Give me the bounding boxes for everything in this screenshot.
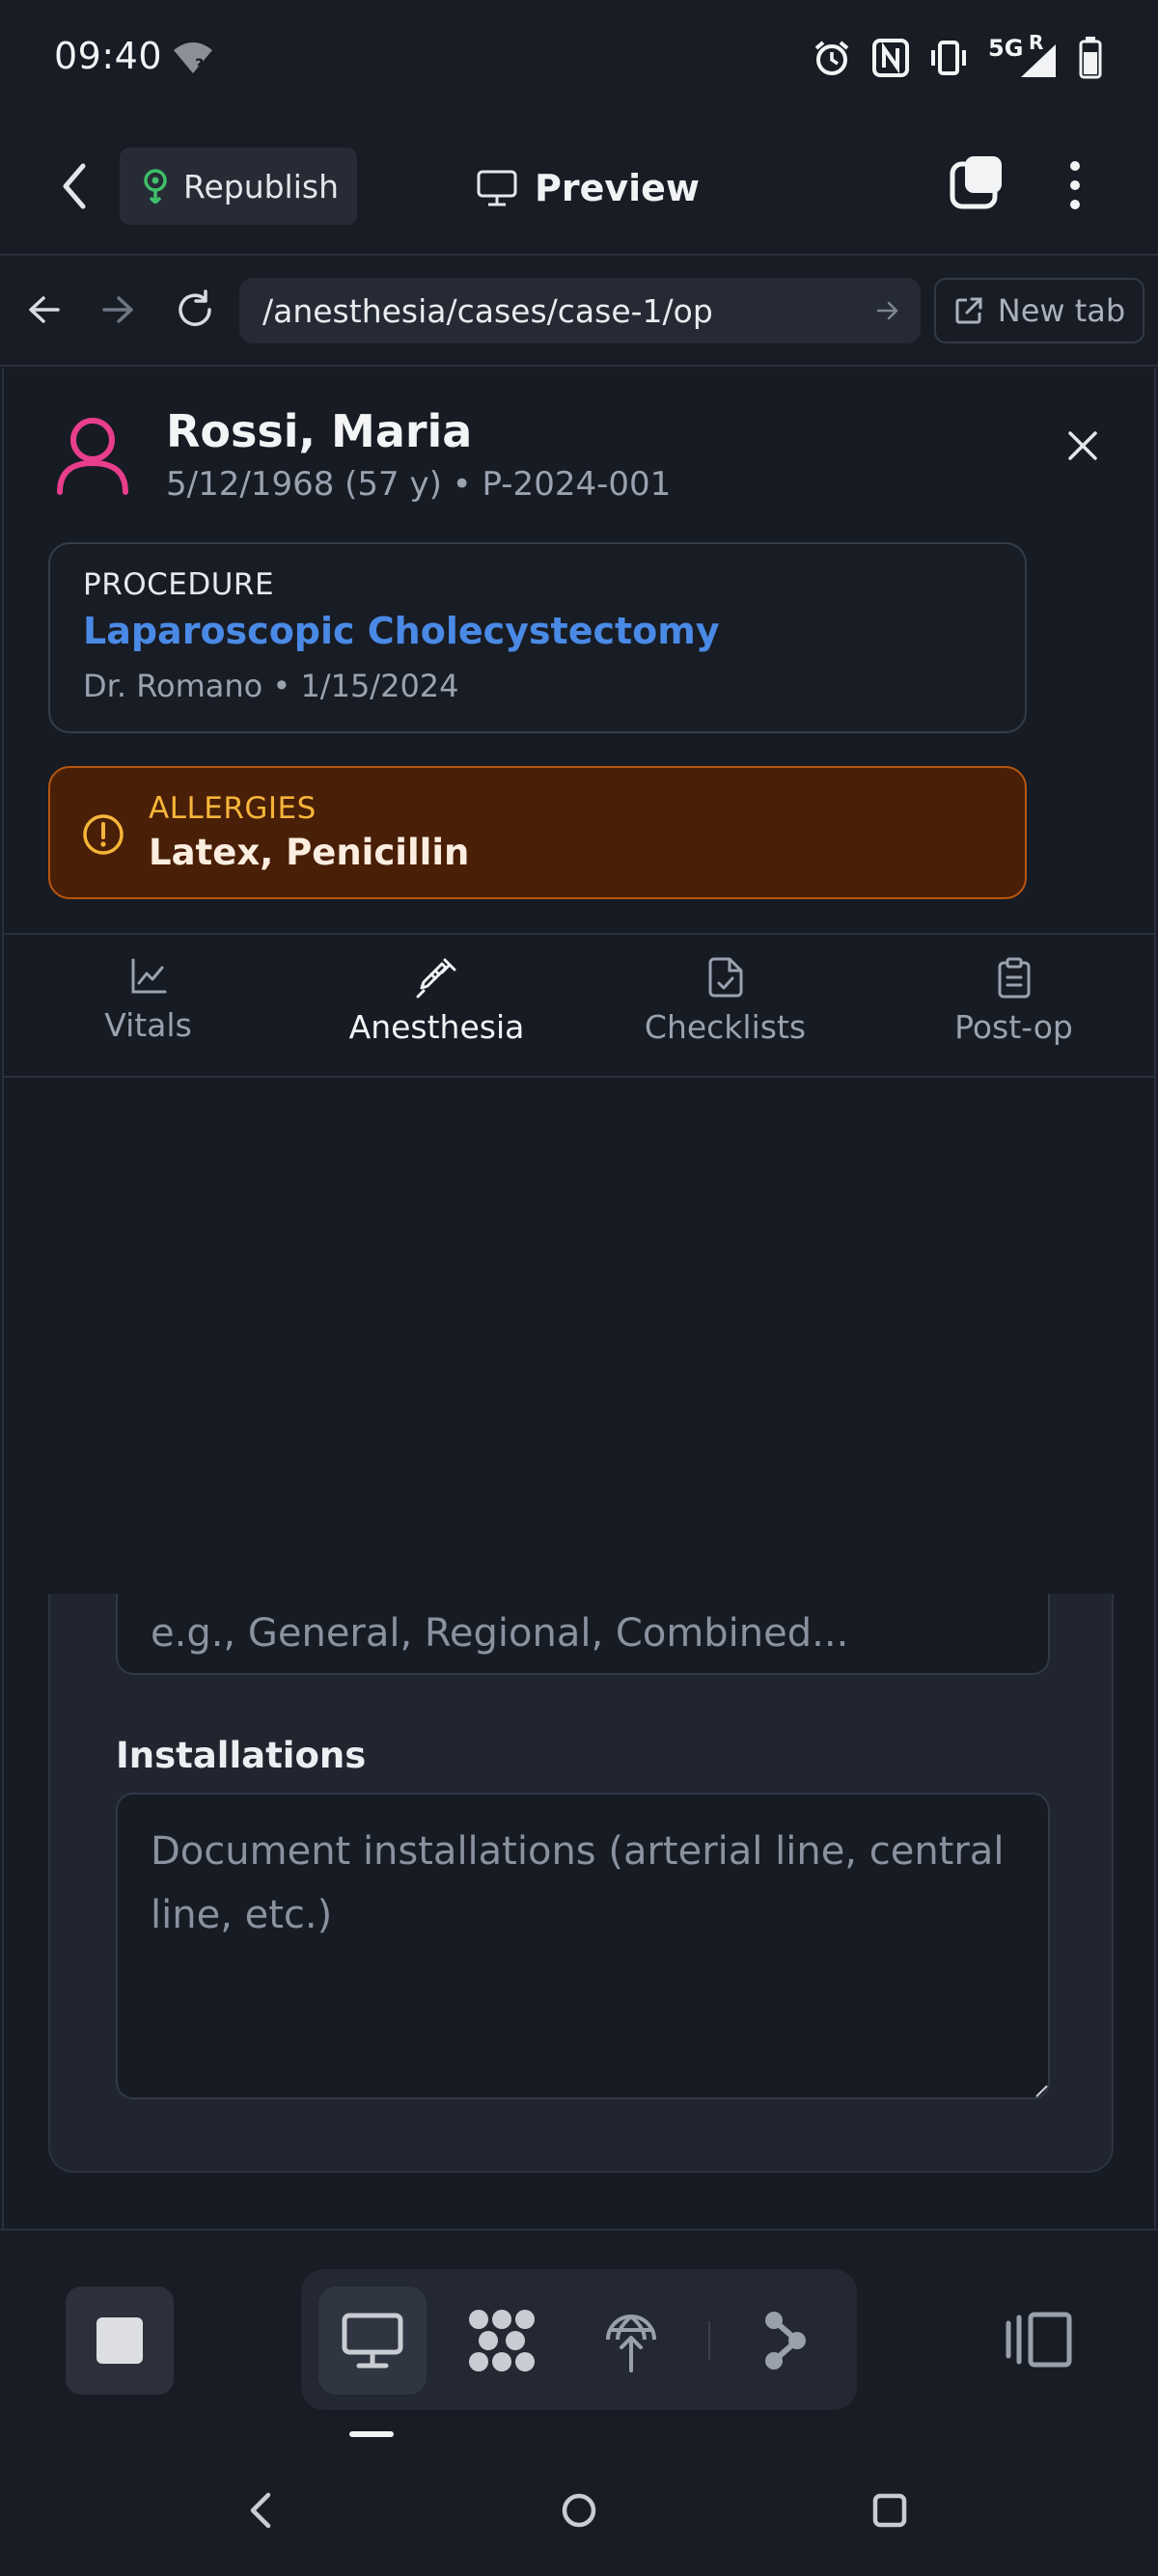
alarm-icon <box>813 39 851 77</box>
republish-button[interactable]: Republish <box>120 148 357 225</box>
network-type: 5G <box>988 35 1024 62</box>
anesthesia-type-input[interactable]: e.g., General, Regional, Combined... <box>116 1594 1050 1675</box>
preview-title: Preview <box>477 154 700 222</box>
more-options-icon[interactable] <box>1060 156 1090 214</box>
desktop-view-button[interactable] <box>318 2287 427 2395</box>
tab-post-op-label: Post-op <box>954 1008 1073 1046</box>
nfc-icon <box>872 39 909 77</box>
case-tabs: Vitals Anesthesia Checklists Post-op <box>4 933 1154 1078</box>
tabs-switcher-icon[interactable] <box>950 154 1006 210</box>
system-navigation-bar <box>0 2441 1158 2576</box>
installations-placeholder: Document installations (arterial line, c… <box>151 1829 1005 1937</box>
view-switcher <box>301 2269 857 2410</box>
dependencies-button[interactable] <box>448 2287 556 2395</box>
stop-button[interactable] <box>66 2287 174 2395</box>
allergies-value: Latex, Penicillin <box>149 832 470 873</box>
procedure-label: PROCEDURE <box>83 567 275 602</box>
patient-name: Rossi, Maria <box>166 405 473 457</box>
toolbar-divider <box>708 2321 710 2360</box>
installations-label: Installations <box>116 1735 367 1776</box>
monitor-icon <box>477 169 517 207</box>
tab-anesthesia-label: Anesthesia <box>348 1008 525 1046</box>
patient-avatar-icon <box>54 415 131 496</box>
close-icon[interactable] <box>1065 428 1100 463</box>
resize-handle-icon[interactable] <box>1034 2084 1048 2097</box>
new-tab-label: New tab <box>997 292 1126 329</box>
preview-viewport: Rossi, Maria 5/12/1968 (57 y) • P-2024-0… <box>2 369 1156 2229</box>
svg-text:?: ? <box>195 55 204 73</box>
anesthesia-type-placeholder: e.g., General, Regional, Combined... <box>151 1611 849 1656</box>
panel-toggle-icon[interactable] <box>1006 2312 1073 2368</box>
tab-anesthesia[interactable]: Anesthesia <box>292 935 581 1076</box>
system-recents-icon[interactable] <box>872 2493 907 2528</box>
browser-navigation-bar: /anesthesia/cases/case-1/op New tab <box>0 256 1158 367</box>
system-home-icon[interactable] <box>560 2491 598 2530</box>
url-input[interactable]: /anesthesia/cases/case-1/op <box>239 278 921 343</box>
installations-textarea[interactable]: Document installations (arterial line, c… <box>116 1793 1050 2099</box>
file-check-icon <box>706 956 745 999</box>
battery-icon <box>1079 37 1102 79</box>
molecule-cluster-icon <box>467 2308 537 2373</box>
status-bar: 09:40 ? 5G R <box>0 0 1158 116</box>
syringe-icon <box>416 956 458 999</box>
republish-icon <box>141 169 170 204</box>
wifi-icon: ? <box>172 41 214 75</box>
browser-forward-icon[interactable] <box>98 290 137 329</box>
globe-upload-icon <box>602 2309 660 2372</box>
tab-post-op[interactable]: Post-op <box>869 935 1154 1076</box>
tab-vitals-label: Vitals <box>104 1006 192 1044</box>
bottom-toolbar <box>0 2229 1158 2441</box>
external-link-icon <box>953 295 984 326</box>
procedure-name: Laparoscopic Cholecystectomy <box>83 610 720 652</box>
monitor-icon <box>342 2312 403 2370</box>
go-arrow-icon[interactable] <box>874 297 901 324</box>
branch-icon <box>760 2309 811 2372</box>
new-tab-button[interactable]: New tab <box>934 278 1144 343</box>
status-time: 09:40 <box>54 35 163 77</box>
alert-circle-icon <box>81 812 125 857</box>
preview-label: Preview <box>535 167 701 209</box>
allergy-alert: ALLERGIES Latex, Penicillin <box>48 766 1027 899</box>
republish-label: Republish <box>183 167 340 206</box>
chart-line-icon <box>128 956 169 997</box>
stop-icon <box>96 2316 144 2365</box>
anesthesia-form-card: e.g., General, Regional, Combined... Ins… <box>48 1594 1114 2173</box>
vibrate-icon <box>928 39 969 77</box>
clipboard-icon <box>995 956 1034 999</box>
active-view-indicator <box>349 2431 394 2437</box>
signal-icon <box>1021 44 1058 77</box>
tab-checklists-label: Checklists <box>644 1008 807 1046</box>
browser-back-icon[interactable] <box>25 290 64 329</box>
branch-button[interactable] <box>731 2287 840 2395</box>
reload-icon[interactable] <box>174 288 216 331</box>
app-header: Republish Preview <box>0 116 1158 256</box>
allergies-label: ALLERGIES <box>149 791 317 826</box>
procedure-card: PROCEDURE Laparoscopic Cholecystectomy D… <box>48 542 1027 733</box>
tab-vitals[interactable]: Vitals <box>4 935 292 1076</box>
url-text: /anesthesia/cases/case-1/op <box>262 291 713 330</box>
patient-meta: 5/12/1968 (57 y) • P-2024-001 <box>166 465 672 504</box>
back-icon[interactable] <box>56 160 95 212</box>
deploy-button[interactable] <box>577 2287 685 2395</box>
tab-checklists[interactable]: Checklists <box>581 935 869 1076</box>
system-back-icon[interactable] <box>245 2491 276 2530</box>
procedure-details: Dr. Romano • 1/15/2024 <box>83 668 459 704</box>
